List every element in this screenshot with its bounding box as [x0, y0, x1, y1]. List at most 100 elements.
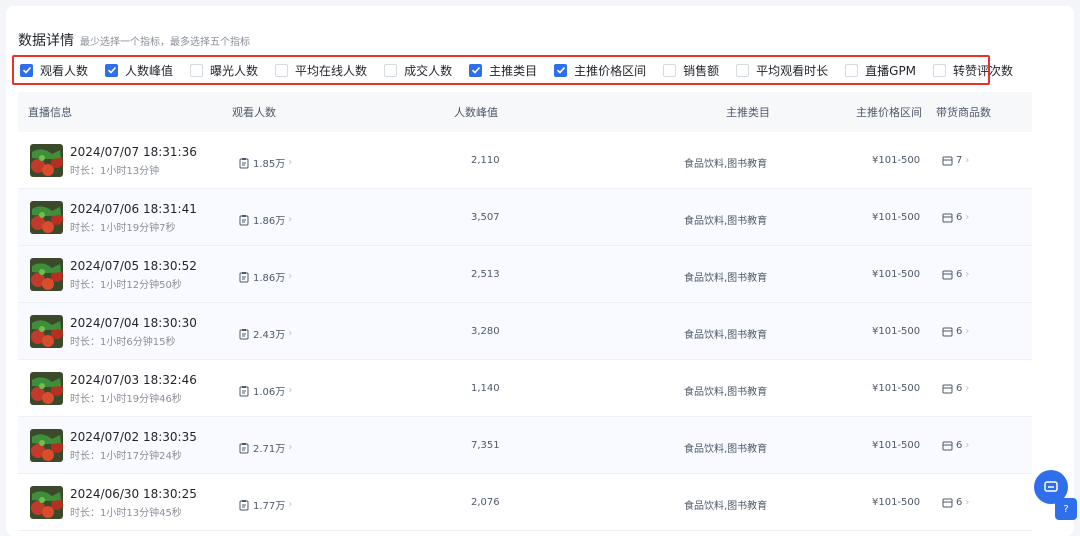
goods-cell[interactable]: 6 ›: [942, 440, 969, 451]
live-duration: 时长：1小时12分钟50秒: [70, 279, 182, 291]
live-datetime: 2024/07/04 18:30:30: [70, 315, 197, 330]
title-hint: 最少选择一个指标，最多选择五个指标: [80, 37, 250, 48]
chevron-right-icon: ›: [965, 440, 970, 451]
price-value: ¥101-500: [872, 497, 921, 508]
viewers-cell[interactable]: 1.77万 ›: [238, 497, 292, 512]
clipboard-icon: [239, 499, 249, 510]
chevron-right-icon: ›: [965, 155, 970, 166]
metric-checkbox[interactable]: 主推价格区间: [554, 62, 646, 79]
goods-cell[interactable]: 6 ›: [942, 497, 969, 508]
checkbox-icon[interactable]: [20, 63, 33, 77]
box-icon: [942, 498, 953, 508]
price-value: ¥101-500: [872, 440, 921, 451]
checkbox-icon[interactable]: [933, 63, 947, 77]
checkbox-icon[interactable]: [190, 63, 204, 77]
price-value: ¥101-500: [872, 383, 921, 394]
metric-filter-bar: 观看人数 人数峰值 曝光人数 平均在线人数 成交人数 主推类目 主推价格区间 销售额 平均观看时…: [12, 55, 1013, 85]
data-detail-card: 数据详情 最少选择一个指标，最多选择五个指标 观看人数 人数峰值 曝光人数 平均在线人…: [6, 6, 1074, 536]
chevron-right-icon: ›: [965, 326, 970, 337]
metric-checkbox[interactable]: 主推类目: [469, 62, 537, 79]
checkbox-icon[interactable]: [275, 63, 289, 77]
peak-value: 2,076: [471, 497, 500, 508]
viewers-cell[interactable]: 1.85万 ›: [238, 155, 292, 170]
goods-cell[interactable]: 6 ›: [942, 383, 969, 394]
table-row[interactable]: 2024/07/04 18:30:30 时长：1小时6分钟15秒 2.43万 › 3,2…: [18, 303, 1032, 360]
checkbox-icon[interactable]: [384, 63, 398, 77]
metric-label: 主推类目: [489, 63, 538, 78]
viewers-value: 1.86万: [253, 216, 286, 227]
checkbox-icon[interactable]: [663, 63, 677, 77]
category-value: 食品饮料,图书教育: [684, 216, 768, 227]
category-value: 食品饮料,图书教育: [684, 444, 768, 455]
live-datetime: 2024/07/03 18:32:46: [70, 372, 197, 387]
viewers-cell[interactable]: 1.86万 ›: [238, 269, 292, 284]
live-datetime: 2024/07/07 18:31:36: [70, 144, 197, 159]
metric-label: 主推价格区间: [574, 63, 647, 78]
category-value: 食品饮料,图书教育: [684, 387, 768, 398]
checkbox-icon[interactable]: [845, 63, 859, 77]
metric-label: 曝光人数: [210, 63, 259, 78]
peak-value: 3,507: [471, 212, 500, 223]
goods-cell[interactable]: 7 ›: [942, 155, 969, 166]
table-row[interactable]: 2024/07/05 18:30:52 时长：1小时12分钟50秒 1.86万 › 2,…: [18, 246, 1032, 303]
metric-checkbox[interactable]: 成交人数: [384, 62, 452, 79]
title-row: 数据详情 最少选择一个指标，最多选择五个指标: [18, 30, 250, 50]
metric-checkbox[interactable]: 人数峰值: [105, 62, 173, 79]
clipboard-icon: [239, 328, 249, 339]
metric-checkbox[interactable]: 观看人数: [20, 62, 88, 79]
peak-value: 7,351: [471, 440, 500, 451]
live-datetime: 2024/07/05 18:30:52: [70, 258, 197, 273]
peak-value: 1,140: [471, 383, 500, 394]
live-thumbnail: [30, 315, 63, 348]
viewers-cell[interactable]: 2.71万 ›: [238, 440, 292, 455]
metric-label: 观看人数: [40, 63, 89, 78]
table-row[interactable]: 2024/07/03 18:32:46 时长：1小时19分钟46秒 1.06万 › 1,…: [18, 360, 1032, 417]
peak-value: 2,513: [471, 269, 500, 280]
checkbox-icon[interactable]: [469, 63, 483, 77]
live-info-cell: 2024/07/04 18:30:30 时长：1小时6分钟15秒: [18, 315, 230, 348]
viewers-value: 1.85万: [253, 159, 286, 170]
goods-count: 7: [956, 155, 963, 166]
chevron-right-icon: ›: [965, 497, 970, 508]
live-thumbnail: [30, 429, 63, 462]
metric-checkbox[interactable]: 曝光人数: [190, 62, 258, 79]
col-live-info: 直播信息: [28, 106, 72, 119]
help-icon[interactable]: ?: [1055, 498, 1077, 520]
metric-checkbox[interactable]: 平均观看时长: [736, 62, 828, 79]
live-thumbnail: [30, 201, 63, 234]
goods-cell[interactable]: 6 ›: [942, 269, 969, 280]
viewers-cell[interactable]: 1.06万 ›: [238, 383, 292, 398]
table-row[interactable]: 2024/07/02 18:30:35 时长：1小时17分钟24秒 2.71万 › 7,…: [18, 417, 1032, 474]
metric-checkbox[interactable]: 平均在线人数: [275, 62, 367, 79]
live-info-cell: 2024/07/02 18:30:35 时长：1小时17分钟24秒: [18, 429, 230, 462]
metric-label: 销售额: [683, 63, 720, 78]
live-datetime: 2024/07/02 18:30:35: [70, 429, 197, 444]
col-price: 主推价格区间: [856, 106, 922, 119]
checkbox-icon[interactable]: [554, 63, 568, 77]
live-duration: 时长：1小时19分钟7秒: [70, 222, 176, 234]
peak-value: 3,280: [471, 326, 500, 337]
checkbox-icon[interactable]: [105, 63, 119, 77]
goods-cell[interactable]: 6 ›: [942, 326, 969, 337]
metric-checkbox[interactable]: 转赞评次数: [933, 62, 1013, 79]
goods-count: 6: [956, 497, 963, 508]
live-thumbnail: [30, 486, 63, 519]
table-row[interactable]: 2024/07/06 18:31:41 时长：1小时19分钟7秒 1.86万 › 3,5…: [18, 189, 1032, 246]
table-row[interactable]: 2024/06/30 18:30:25 时长：1小时13分钟45秒 1.77万 › 2,…: [18, 474, 1032, 531]
checkbox-icon[interactable]: [736, 63, 750, 77]
chevron-right-icon: ›: [288, 499, 293, 510]
metric-label: 平均观看时长: [756, 63, 829, 78]
metric-checkbox[interactable]: 销售额: [663, 62, 719, 79]
col-peak: 人数峰值: [454, 106, 498, 119]
table-row[interactable]: 2024/07/07 18:31:36 时长：1小时13分钟 1.85万 › 2,110…: [18, 132, 1032, 189]
category-value: 食品饮料,图书教育: [684, 330, 768, 341]
viewers-cell[interactable]: 1.86万 ›: [238, 212, 292, 227]
box-icon: [942, 384, 953, 394]
price-value: ¥101-500: [872, 155, 921, 166]
box-icon: [942, 156, 953, 166]
live-info-cell: 2024/07/07 18:31:36 时长：1小时13分钟: [18, 144, 230, 177]
goods-cell[interactable]: 6 ›: [942, 212, 969, 223]
viewers-cell[interactable]: 2.43万 ›: [238, 326, 292, 341]
metric-checkbox[interactable]: 直播GPM: [845, 62, 916, 79]
live-duration: 时长：1小时13分钟: [70, 165, 160, 177]
